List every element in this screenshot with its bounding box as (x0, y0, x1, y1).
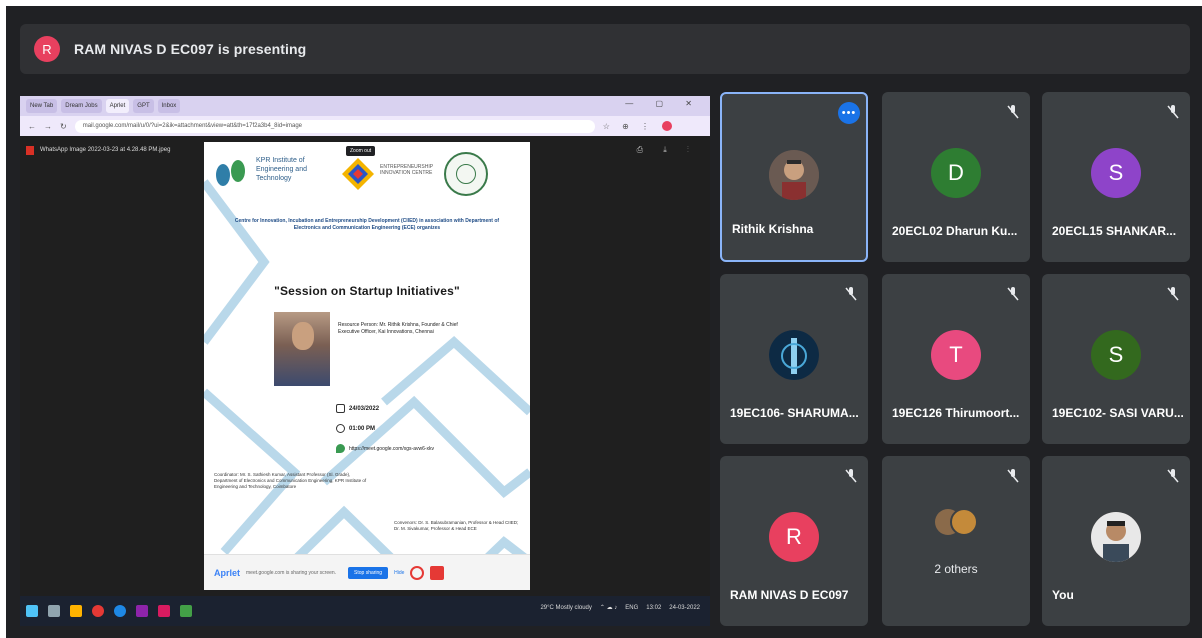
system-tray: 29°C Mostly cloudy ⌃ ☁ ♪ ENG 13:02 24-03… (540, 604, 700, 612)
start-icon (26, 605, 38, 617)
file-type-icon (26, 145, 34, 155)
chrome-icon (410, 565, 425, 580)
presenter-avatar: R (34, 36, 60, 62)
reload-icon: ↻ (60, 121, 67, 131)
files-icon (70, 605, 82, 617)
window-controls-icon: — ▢ ✕ (625, 99, 702, 108)
participant-name: RAM NIVAS D EC097 (730, 588, 849, 602)
mic-off-icon (1007, 469, 1019, 483)
participant-photo (1091, 512, 1141, 562)
participant-avatar: D (931, 148, 981, 198)
ecell-logo-icon (342, 158, 374, 190)
search-icon (48, 605, 60, 617)
participant-name: Rithik Krishna (732, 222, 814, 236)
participant-avatar: S (1091, 330, 1141, 380)
participant-tile-rithik[interactable]: ••• Rithik Krishna (720, 92, 868, 262)
presenting-banner: R RAM NIVAS D EC097 is presenting (20, 24, 1190, 74)
url-field: mail.google.com/mail/u/0/?ui=2&ik=attach… (74, 119, 595, 133)
app-taskbar-icon (158, 605, 170, 617)
browser-tab: Inbox (157, 99, 181, 113)
back-icon: ← (28, 121, 36, 131)
extension-icons: ☆ ⊕ ⋮ (602, 121, 655, 131)
forward-icon: → (44, 121, 52, 131)
clock-date: 24-03-2022 (669, 604, 700, 611)
coordinator-text: Coordinator: Mr. S. Sathiesh Kumar, Assi… (214, 472, 367, 489)
participant-tile-thirumoort[interactable]: T 19EC126 Thirumoort... (882, 274, 1030, 444)
profile-icon (662, 121, 673, 131)
participant-tile-others[interactable]: 2 others (882, 456, 1030, 626)
participant-avatar: R (769, 512, 819, 562)
hide-button[interactable]: Hide (394, 570, 404, 576)
app-icon (430, 565, 445, 580)
mic-off-icon (1167, 469, 1179, 483)
tray-icons: ⌃ ☁ ♪ (599, 605, 618, 611)
browser-tab: Dream Jobs (61, 99, 102, 113)
participant-avatar: S (1091, 148, 1141, 198)
participant-photo (769, 150, 819, 200)
mic-off-icon (1007, 287, 1019, 301)
screen-share-bar: Aprlet meet.google.com is sharing your s… (204, 554, 530, 590)
others-count: 2 others (934, 562, 978, 576)
participant-tile-sasi[interactable]: S 19EC102- SASI VARU... (1042, 274, 1190, 444)
clock-icon (336, 424, 345, 433)
meet-stage: R RAM NIVAS D EC097 is presenting New Ta… (6, 6, 1202, 638)
weather-text: 29°C Mostly cloudy (540, 604, 592, 611)
browser-tab: Aprlet (105, 99, 130, 113)
mic-off-icon (845, 287, 857, 301)
event-date: 24/03/2022 (336, 404, 379, 413)
language-text: ENG (625, 604, 639, 611)
participant-tile-ram-nivas[interactable]: R RAM NIVAS D EC097 (720, 456, 868, 626)
app-taskbar-icon (180, 605, 192, 617)
app-taskbar-icon (136, 605, 148, 617)
windows-taskbar: 29°C Mostly cloudy ⌃ ☁ ♪ ENG 13:02 24-03… (20, 596, 710, 626)
stop-sharing-button[interactable]: Stop sharing (348, 566, 389, 579)
presenting-text: RAM NIVAS D EC097 is presenting (74, 41, 307, 57)
resource-person-photo (274, 312, 330, 386)
participant-name: 19EC106- SHARUMA... (730, 406, 859, 420)
participant-name: You (1052, 588, 1074, 602)
session-title: "Session on Startup Initiatives" (274, 284, 460, 298)
shared-screen[interactable]: New Tab Dream Jobs Aprlet GPT Inbox — ▢ … (20, 96, 710, 626)
institute-name: KPR Institute of Engineering and Technol… (256, 157, 307, 182)
participant-tile-sharuma[interactable]: 19EC106- SHARUMA... (720, 274, 868, 444)
event-poster: KPR Institute of Engineering and Technol… (204, 142, 530, 590)
others-avatars-icon (935, 508, 978, 536)
edge-icon (114, 605, 126, 617)
participant-avatar: T (931, 330, 981, 380)
browser-tab: New Tab (26, 99, 58, 113)
institute-logo-icon (216, 160, 245, 186)
more-options-icon[interactable]: ••• (838, 102, 860, 124)
chrome-taskbar-icon (92, 605, 104, 617)
calendar-icon (336, 404, 345, 413)
participant-tile-shankar[interactable]: S 20ECL15 SHANKAR... (1042, 92, 1190, 262)
seal-icon (444, 152, 488, 196)
mic-off-icon (1007, 105, 1019, 119)
organizer-text: Centre for Innovation, Incubation and En… (234, 218, 500, 231)
zoom-tooltip: Zoom out (346, 146, 376, 156)
clock-time: 13:02 (646, 604, 662, 611)
viewer-tools-icon: ⎙ ⤓ ⋮ (636, 145, 698, 154)
participant-name: 20ECL02 Dharun Ku... (892, 224, 1018, 238)
participant-name: 19EC126 Thirumoort... (892, 406, 1020, 420)
resource-person-text: Resource Person: Mr. Rithik Krishna, Fou… (338, 322, 458, 335)
file-name: WhatsApp Image 2022-03-23 at 4.28.48 PM.… (40, 147, 171, 153)
meet-icon (336, 444, 345, 453)
mic-off-icon (1167, 105, 1179, 119)
event-link: https://meet.google.com/xgs-avw6-xkv (336, 444, 434, 453)
participant-photo (769, 330, 819, 380)
participant-tile-dharun[interactable]: D 20ECL02 Dharun Ku... (882, 92, 1030, 262)
ecell-text: ENTREPRENEURSHIP INNOVATION CENTRE (380, 164, 433, 176)
mic-off-icon (1167, 287, 1179, 301)
participant-tile-you[interactable]: You (1042, 456, 1190, 626)
mic-off-icon (845, 469, 857, 483)
aprlet-logo: Aprlet (214, 567, 241, 578)
event-time: 01:00 PM (336, 424, 375, 433)
browser-address-bar: ← → ↻ mail.google.com/mail/u/0/?ui=2&ik=… (20, 116, 710, 136)
participant-name: 20ECL15 SHANKAR... (1052, 224, 1177, 238)
browser-tab-strip: New Tab Dream Jobs Aprlet GPT Inbox — ▢ … (20, 96, 710, 116)
convenors-text: Convenors: Dr. S. Balasubramanian, Profe… (394, 520, 519, 531)
share-message: meet.google.com is sharing your screen. (246, 569, 337, 576)
participant-name: 19EC102- SASI VARU... (1052, 406, 1184, 420)
browser-tab: GPT (133, 99, 154, 113)
